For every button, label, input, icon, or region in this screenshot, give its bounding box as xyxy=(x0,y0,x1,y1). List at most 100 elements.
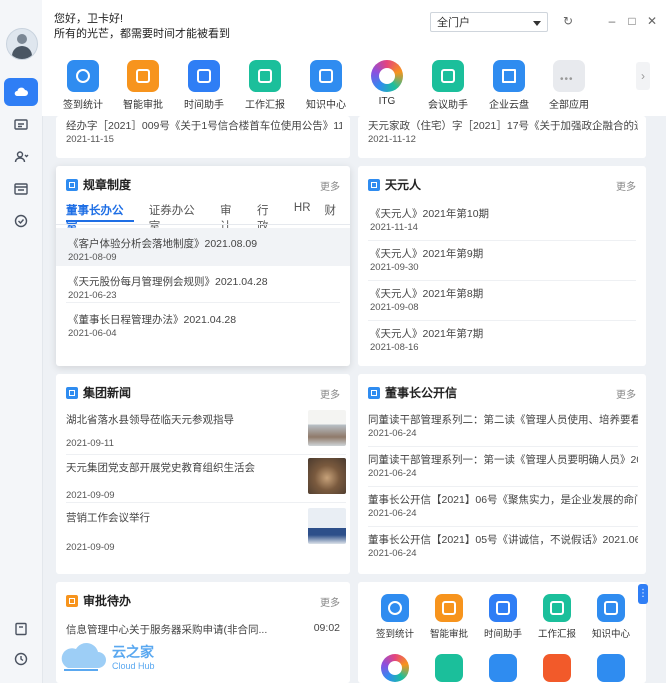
checkin-icon xyxy=(381,594,409,622)
app-work-report[interactable]: 工作汇报 xyxy=(236,60,294,111)
approvals-card: 审批待办 更多 信息管理中心关于服务器采购申请(非合同... 09:02 云之家… xyxy=(56,582,350,683)
card-title: 天元人 xyxy=(368,176,421,193)
app-time-assistant[interactable]: 时间助手 xyxy=(175,60,233,111)
company-select-value: 全门户 xyxy=(437,17,470,29)
list-item[interactable]: 同董读干部管理系列二：第二读《管理人员使用、培养要看组... 2021-06-2… xyxy=(368,408,638,447)
app-approval[interactable]: 智能审批 xyxy=(114,60,172,111)
letter-icon xyxy=(368,386,380,399)
list-item[interactable]: 天元家政（住宅）字［2021］17号《关于加强政企融合的通知》 xyxy=(368,118,638,133)
app-all[interactable]: ••• 全部应用 xyxy=(540,60,598,111)
list-item[interactable]: 信息管理中心关于服务器采购申请(非合同... 09:02 xyxy=(66,622,340,638)
news-item[interactable]: 湖北省落水县领导莅临天元参观指导 2021-09-11 xyxy=(66,410,346,455)
folder-icon[interactable] xyxy=(489,654,517,682)
more-dots-icon: ••• xyxy=(553,60,585,92)
chairman-letters-card: 董事长公开信 更多 同董读干部管理系列二：第二读《管理人员使用、培养要看组...… xyxy=(358,374,646,574)
company-select[interactable]: 全门户 xyxy=(430,12,548,32)
list-item[interactable]: 《天元人》2021年第9期 2021-09-30 xyxy=(368,242,636,281)
maximize-icon[interactable]: □ xyxy=(624,13,640,29)
checkin-icon xyxy=(67,60,99,92)
refresh-icon[interactable]: ↻ xyxy=(560,13,576,29)
news-thumbnail xyxy=(308,410,346,446)
header: 您好，卫卡好! 所有的光芒，都需要时间才能被看到 全门户 ↻ – □ ✕ xyxy=(42,0,666,49)
list-item[interactable]: 董事长公开信【2021】06号《聚焦实力，是企业发展的命门》 2021-06-2… xyxy=(368,488,638,527)
list-item[interactable]: 《天元人》2021年第10期 2021-11-14 xyxy=(368,202,636,241)
more-link[interactable]: 更多 xyxy=(320,386,340,401)
tianyuan-icon xyxy=(368,178,380,191)
work-report-icon xyxy=(249,60,281,92)
more-link[interactable]: 更多 xyxy=(320,178,340,193)
card-title: 规章制度 xyxy=(66,176,131,193)
work-report-icon xyxy=(543,594,571,622)
cloud-hub-logo-icon xyxy=(61,643,106,671)
more-link[interactable]: 更多 xyxy=(616,178,636,193)
regulations-icon xyxy=(66,178,78,191)
regulations-card: 规章制度 更多 董事长办公室 证券办公室 审计 行政 HR 财 《客户体验分析会… xyxy=(56,166,350,366)
logo-sub: Cloud Hub xyxy=(112,661,155,671)
cloud-icon[interactable] xyxy=(4,78,38,106)
itg-logo-icon xyxy=(371,60,403,92)
logo-name: 云之家 xyxy=(112,644,154,660)
app-work-report[interactable]: 工作汇报 xyxy=(528,594,586,640)
news-item[interactable]: 营销工作会议举行 2021-09-09 xyxy=(66,508,346,553)
list-item[interactable]: 《客户体验分析会落地制度》2021.08.09 2021-08-09 xyxy=(56,228,350,266)
mini-apps-card: 签到统计 智能审批 时间助手 工作汇报 知识中心 ⋮ xyxy=(358,582,648,683)
itg-logo-icon[interactable] xyxy=(381,654,409,682)
more-link[interactable]: 更多 xyxy=(320,594,340,609)
app-meeting[interactable]: 会议助手 xyxy=(419,60,477,111)
news-thumbnail xyxy=(308,508,346,544)
knowledge-icon xyxy=(597,594,625,622)
tab-underline xyxy=(66,220,134,222)
book-icon[interactable] xyxy=(7,617,35,641)
app-checkin[interactable]: 签到统计 xyxy=(54,60,112,111)
calendar-icon[interactable] xyxy=(7,177,35,201)
chevron-right-icon[interactable]: › xyxy=(636,62,650,90)
card-title: 集团新闻 xyxy=(66,384,131,401)
greeting: 您好，卫卡好! xyxy=(54,13,124,25)
list-item[interactable]: 《董事长日程管理办法》2021.04.28 2021-06-04 xyxy=(66,306,340,342)
list-item[interactable]: 经办字［2021］009号《关于1号信合楼首车位使用公告》1113 xyxy=(66,118,342,133)
app-strip: 签到统计 智能审批 时间助手 工作汇报 知识中心 ITG 会议助手 企业云盘 •… xyxy=(42,48,666,116)
app-time-assistant[interactable]: 时间助手 xyxy=(474,594,532,640)
app-knowledge[interactable]: 知识中心 xyxy=(297,60,355,111)
app-knowledge[interactable]: 知识中心 xyxy=(582,594,640,640)
group-news-card: 集团新闻 更多 湖北省落水县领导莅临天元参观指导 2021-09-11 天元集团… xyxy=(56,374,350,574)
approval-todo-icon xyxy=(66,594,78,607)
list-item[interactable]: 《天元人》2021年第8期 2021-09-08 xyxy=(368,282,636,321)
folder-icon xyxy=(493,60,525,92)
chat-icon[interactable] xyxy=(7,113,35,137)
card-title: 董事长公开信 xyxy=(368,384,457,401)
app-checkin[interactable]: 签到统计 xyxy=(366,594,424,640)
meeting-icon[interactable] xyxy=(435,654,463,682)
news-item[interactable]: 天元集团党支部开展党史教育组织生活会 2021-09-09 xyxy=(66,458,346,503)
more-link[interactable]: 更多 xyxy=(616,386,636,401)
top-partial-right: 天元家政（住宅）字［2021］17号《关于加强政企融合的通知》 2021-11-… xyxy=(358,116,646,158)
chevron-down-icon xyxy=(533,21,541,26)
minimize-icon[interactable]: – xyxy=(604,13,620,29)
list-item[interactable]: 同董读干部管理系列一：第一读《管理人员要明确人员》2021... 2021-06… xyxy=(368,448,638,487)
card-title: 审批待办 xyxy=(66,592,131,609)
sidebar xyxy=(0,0,43,683)
approval-icon xyxy=(435,594,463,622)
approval-icon xyxy=(127,60,159,92)
more-vertical-icon[interactable]: ⋮ xyxy=(638,584,648,604)
knowledge-icon xyxy=(310,60,342,92)
time-assistant-icon xyxy=(188,60,220,92)
clock-icon[interactable] xyxy=(7,647,35,671)
document-icon[interactable] xyxy=(597,654,625,682)
chart-icon[interactable] xyxy=(543,654,571,682)
list-item[interactable]: 董事长公开信【2021】05号《讲诚信，不说假话》2021.06.04 2021… xyxy=(368,528,638,566)
approve-icon[interactable] xyxy=(7,209,35,233)
meeting-icon xyxy=(432,60,464,92)
tianyuan-card: 天元人 更多 《天元人》2021年第10期 2021-11-14 《天元人》20… xyxy=(358,166,646,366)
contacts-icon[interactable] xyxy=(7,145,35,169)
app-itg[interactable]: ITG xyxy=(358,60,416,107)
time-assistant-icon xyxy=(489,594,517,622)
close-icon[interactable]: ✕ xyxy=(644,13,660,29)
motto: 所有的光芒，都需要时间才能被看到 xyxy=(54,28,230,40)
app-approval[interactable]: 智能审批 xyxy=(420,594,478,640)
list-item[interactable]: 《天元股份每月管理例会规则》2021.04.28 2021-06-23 xyxy=(66,266,340,303)
avatar[interactable] xyxy=(6,28,38,60)
app-cloud-disk[interactable]: 企业云盘 xyxy=(480,60,538,111)
news-thumbnail xyxy=(308,458,346,494)
list-item[interactable]: 《天元人》2021年第7期 2021-08-16 xyxy=(368,322,636,360)
